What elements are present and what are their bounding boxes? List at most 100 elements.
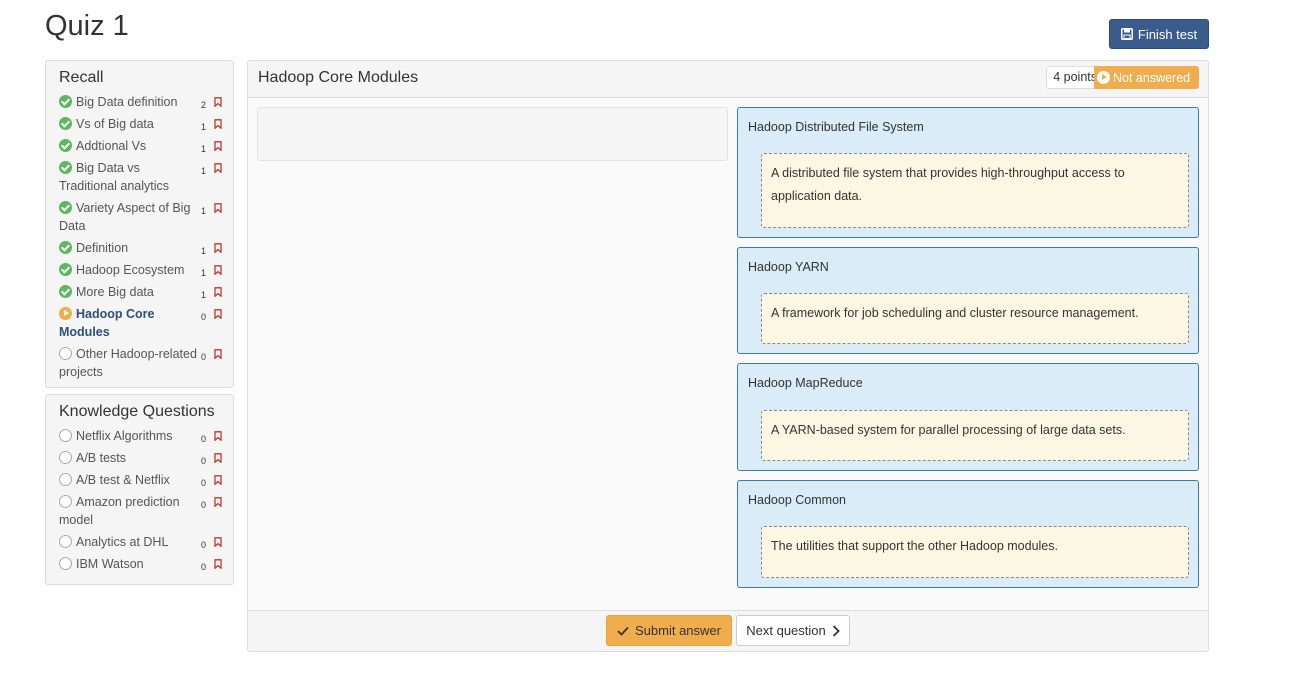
- nav-item-count: 0: [200, 478, 206, 488]
- question-footer: Submit answer Next question: [248, 610, 1208, 651]
- bookmark-icon[interactable]: [214, 97, 222, 107]
- question-panel: Hadoop Core Modules 4 points Not answere…: [247, 60, 1209, 652]
- bookmark-icon[interactable]: [214, 497, 222, 507]
- finish-test-button[interactable]: Finish test: [1109, 19, 1209, 49]
- nav-item-ab-tests[interactable]: A/B tests 0: [46, 447, 233, 469]
- check-circle-icon: [59, 95, 72, 108]
- drop-target-common[interactable]: Hadoop Common The utilities that support…: [737, 480, 1199, 588]
- nav-item-analytics-dhl[interactable]: Analytics at DHL 0: [46, 531, 233, 553]
- chevron-right-icon: [832, 624, 840, 637]
- page-title: Quiz 1: [45, 10, 129, 42]
- answer-item[interactable]: A distributed file system that provides …: [761, 153, 1189, 228]
- circle-icon: [59, 535, 72, 548]
- check-circle-icon: [59, 139, 72, 152]
- answer-item[interactable]: The utilities that support the other Had…: [761, 526, 1189, 578]
- bookmark-icon[interactable]: [214, 453, 222, 463]
- nav-item-count: 1: [200, 246, 206, 256]
- bookmark-icon[interactable]: [214, 475, 222, 485]
- nav-item-count: 1: [200, 268, 206, 278]
- bookmark-icon[interactable]: [214, 431, 222, 441]
- bookmark-icon[interactable]: [214, 203, 222, 213]
- nav-item-more-big-data[interactable]: More Big data 1: [46, 281, 233, 303]
- bookmark-icon[interactable]: [214, 265, 222, 275]
- nav-item-label: IBM Watson: [76, 557, 144, 571]
- answer-pool[interactable]: [257, 107, 728, 161]
- recall-list: Big Data definition 2 Vs of Big data 1 Add…: [46, 91, 233, 383]
- nav-item-count: 0: [200, 562, 206, 572]
- circle-icon: [59, 557, 72, 570]
- nav-item-count: 0: [200, 456, 206, 466]
- nav-item-netflix-algorithms[interactable]: Netflix Algorithms 0: [46, 425, 233, 447]
- play-circle-icon: [59, 307, 72, 320]
- nav-item-label: Big Data definition: [76, 95, 178, 109]
- submit-answer-button[interactable]: Submit answer: [606, 615, 732, 646]
- circle-icon: [59, 347, 72, 360]
- nav-item-vs-of-big-data[interactable]: Vs of Big data 1: [46, 113, 233, 135]
- nav-item-count: 0: [200, 540, 206, 550]
- nav-item-label: Definition: [76, 241, 129, 255]
- nav-item-other-hadoop-projects[interactable]: Other Hadoop-related projects 0: [46, 343, 233, 383]
- nav-item-count: 2: [200, 100, 206, 110]
- nav-item-hadoop-ecosystem[interactable]: Hadoop Ecosystem 1: [46, 259, 233, 281]
- nav-item-additional-vs[interactable]: Addtional Vs 1: [46, 135, 233, 157]
- nav-item-big-data-vs-traditional[interactable]: Big Data vs Traditional analytics 1: [46, 157, 233, 197]
- bookmark-icon[interactable]: [214, 349, 222, 359]
- nav-item-variety-aspect[interactable]: Variety Aspect of Big Data 1: [46, 197, 233, 237]
- check-circle-icon: [59, 201, 72, 214]
- status-badge: Not answered: [1094, 66, 1199, 89]
- drop-target-yarn[interactable]: Hadoop YARN A framework for job scheduli…: [737, 247, 1199, 354]
- nav-item-ab-test-netflix[interactable]: A/B test & Netflix 0: [46, 469, 233, 491]
- bookmark-icon[interactable]: [214, 537, 222, 547]
- knowledge-panel: Knowledge Questions Netflix Algorithms 0 …: [45, 394, 234, 585]
- nav-item-label: Variety Aspect of Big Data: [59, 201, 191, 233]
- bookmark-icon[interactable]: [214, 559, 222, 569]
- nav-item-count: 1: [200, 290, 206, 300]
- nav-item-count: 1: [200, 166, 206, 176]
- answer-item[interactable]: A framework for job scheduling and clust…: [761, 293, 1189, 344]
- nav-item-count: 1: [200, 206, 206, 216]
- nav-item-label: Netflix Algorithms: [76, 429, 173, 443]
- check-circle-icon: [59, 161, 72, 174]
- bookmark-icon[interactable]: [214, 287, 222, 297]
- nav-item-label: Analytics at DHL: [76, 535, 169, 549]
- bookmark-icon[interactable]: [214, 119, 222, 129]
- nav-item-label: Other Hadoop-related projects: [59, 347, 197, 379]
- save-icon: [1120, 28, 1133, 40]
- bookmark-icon[interactable]: [214, 309, 222, 319]
- nav-item-label: Big Data vs Traditional analytics: [59, 161, 170, 193]
- nav-item-amazon-prediction[interactable]: Amazon prediction model 0: [46, 491, 233, 531]
- question-title: Hadoop Core Modules: [258, 69, 419, 86]
- nav-item-label: Amazon prediction model: [59, 495, 180, 527]
- check-circle-icon: [59, 263, 72, 276]
- check-circle-icon: [59, 117, 72, 130]
- drop-target-hdfs[interactable]: Hadoop Distributed File System A distrib…: [737, 107, 1199, 238]
- circle-icon: [59, 495, 72, 508]
- nav-item-label: Hadoop Core Modules: [59, 307, 155, 339]
- nav-item-count: 0: [200, 352, 206, 362]
- nav-item-label: A/B tests: [76, 451, 127, 465]
- nav-item-label: Hadoop Ecosystem: [76, 263, 185, 277]
- nav-item-count: 0: [200, 312, 206, 322]
- next-question-button[interactable]: Next question: [736, 615, 850, 646]
- bookmark-icon[interactable]: [214, 243, 222, 253]
- nav-item-ibm-watson[interactable]: IBM Watson 0: [46, 553, 233, 575]
- target-label: Hadoop Common: [748, 493, 846, 507]
- knowledge-heading: Knowledge Questions: [59, 403, 215, 420]
- nav-item-hadoop-core-modules[interactable]: Hadoop Core Modules 0: [46, 303, 233, 343]
- bookmark-icon[interactable]: [214, 141, 222, 151]
- recall-panel: Recall Big Data definition 2 Vs of Big da…: [45, 60, 234, 388]
- nav-item-label: A/B test & Netflix: [76, 473, 170, 487]
- nav-item-big-data-definition[interactable]: Big Data definition 2: [46, 91, 233, 113]
- drop-target-mapreduce[interactable]: Hadoop MapReduce A YARN-based system for…: [737, 363, 1199, 471]
- finish-test-label: Finish test: [1137, 26, 1198, 42]
- bookmark-icon[interactable]: [214, 163, 222, 173]
- knowledge-list: Netflix Algorithms 0 A/B tests 0 A/B test …: [46, 425, 233, 575]
- circle-icon: [59, 473, 72, 486]
- target-label: Hadoop YARN: [748, 260, 829, 274]
- nav-item-count: 0: [200, 500, 206, 510]
- target-label: Hadoop Distributed File System: [748, 120, 924, 134]
- nav-item-count: 1: [200, 144, 206, 154]
- nav-item-definition[interactable]: Definition 1: [46, 237, 233, 259]
- submit-answer-label: Submit answer: [635, 623, 721, 638]
- answer-item[interactable]: A YARN-based system for parallel process…: [761, 410, 1189, 461]
